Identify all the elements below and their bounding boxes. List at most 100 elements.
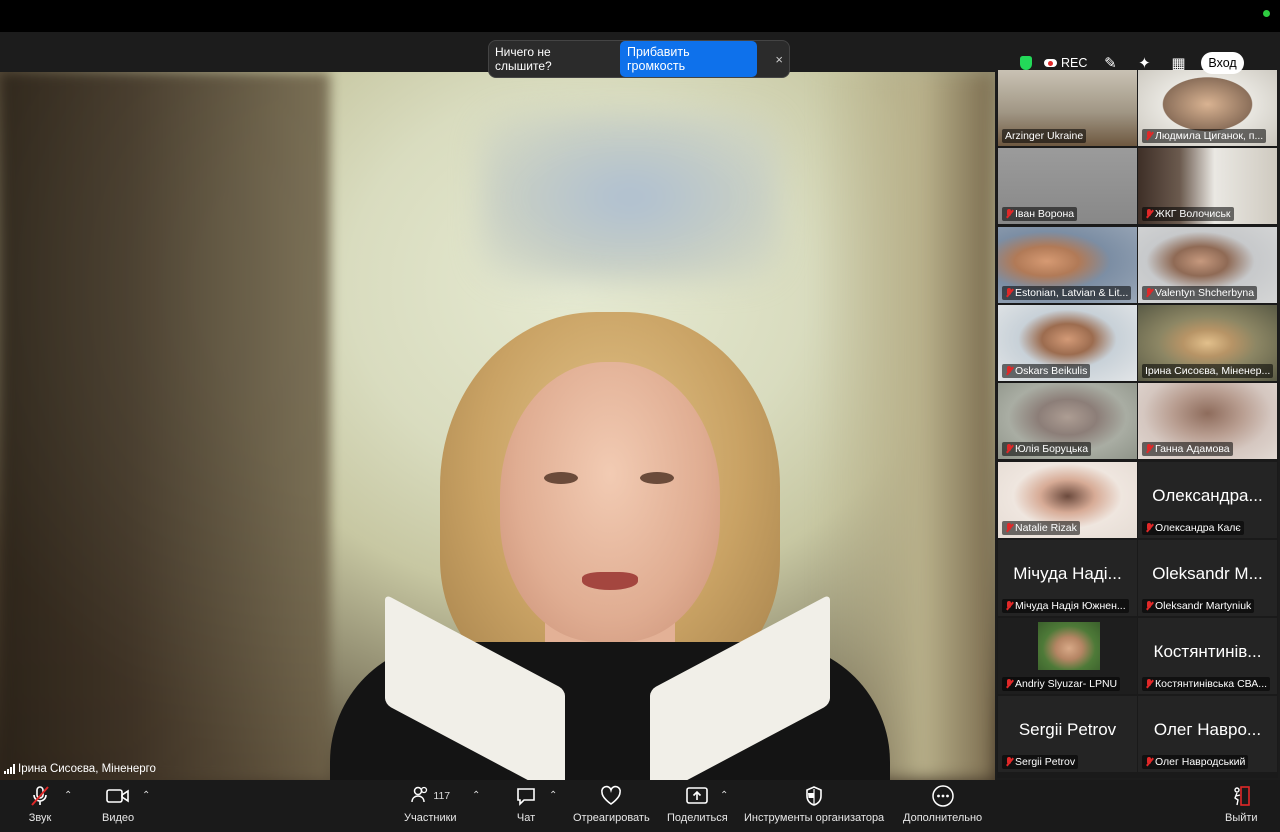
- main-speaker-video[interactable]: [0, 72, 995, 780]
- participant-name-label: Oskars Beikulis: [1002, 363, 1091, 378]
- meeting-toolbar: Звук ⌃ Видео ⌃ 117 Участники ⌃ Чат ⌃ Отр…: [0, 780, 1280, 832]
- participant-name: Andriy Slyuzar- LPNU: [1015, 678, 1118, 691]
- participant-display-name: Олександра...: [1152, 485, 1263, 505]
- participant-name-label: ЖКГ Волочиськ: [1142, 207, 1234, 222]
- participant-name: Ірина Сисоєва, Міненер...: [1145, 364, 1271, 377]
- chat-bubble-icon: [515, 784, 537, 808]
- microphone-muted-icon: [1145, 522, 1153, 533]
- participant-name: Arzinger Ukraine: [1005, 130, 1084, 142]
- sparkle-icon[interactable]: ✦: [1133, 52, 1155, 74]
- recording-indicator[interactable]: REC: [1044, 56, 1087, 70]
- chat-options-caret-icon[interactable]: ⌃: [549, 790, 557, 801]
- participant-name-label: Oleksandr Martyniuk: [1142, 598, 1255, 613]
- microphone-muted-icon: [1005, 287, 1013, 298]
- participant-tile[interactable]: Andriy Slyuzar- LPNU: [998, 618, 1137, 695]
- participant-tile[interactable]: Олег Навро... Олег Навродський: [1138, 696, 1277, 773]
- participant-name-label: Юлія Боруцька: [1002, 442, 1092, 457]
- main-speaker-name: Ірина Сисоєва, Міненерго: [18, 763, 156, 775]
- participant-name: Мічуда Надія Южнен...: [1015, 599, 1126, 612]
- react-label: Отреагировать: [573, 812, 650, 824]
- grid-view-icon[interactable]: ▦: [1167, 52, 1189, 74]
- participant-tile[interactable]: Мічуда Наді... Мічуда Надія Южнен...: [998, 539, 1137, 616]
- participant-tile[interactable]: Олександра... Олександра Калє: [1138, 461, 1277, 538]
- microphone-muted-icon: [1145, 209, 1153, 219]
- microphone-muted-icon: [1005, 757, 1013, 767]
- heart-icon: [599, 784, 623, 808]
- participant-tile[interactable]: Sergii Petrov Sergii Petrov: [998, 696, 1137, 773]
- participant-name: Людмила Циганок, п...: [1155, 130, 1264, 142]
- login-button[interactable]: Вход: [1201, 52, 1244, 74]
- participant-name-label: Людмила Циганок, п...: [1142, 129, 1267, 143]
- microphone-muted-icon: [1005, 600, 1013, 611]
- participant-name-label: Олег Навродський: [1142, 755, 1249, 770]
- share-options-caret-icon[interactable]: ⌃: [720, 790, 728, 801]
- more-dots-icon: [931, 784, 955, 808]
- participant-tile[interactable]: Estonian, Latvian & Lit...: [998, 226, 1137, 303]
- audio-button[interactable]: Звук: [28, 784, 52, 824]
- participant-name-label: Ірина Сисоєва, Міненер...: [1142, 363, 1274, 378]
- participants-button[interactable]: 117 Участники: [404, 784, 457, 824]
- security-shield-icon: [804, 784, 824, 808]
- leave-label: Выйти: [1225, 812, 1258, 824]
- video-button[interactable]: Видео: [102, 784, 134, 824]
- participant-name: Іван Ворона: [1015, 208, 1075, 221]
- video-label: Видео: [102, 812, 135, 824]
- participant-name: Олександра Калє: [1155, 521, 1241, 534]
- rec-label: REC: [1061, 56, 1088, 70]
- leave-door-icon: [1229, 784, 1253, 808]
- host-tools-button[interactable]: Инструменты организатора: [744, 784, 884, 824]
- participant-tile[interactable]: Юлія Боруцька: [998, 383, 1137, 460]
- more-button[interactable]: Дополнительно: [903, 784, 982, 824]
- participant-name-label: Andriy Slyuzar- LPNU: [1002, 677, 1121, 692]
- close-toast-button[interactable]: ×: [775, 52, 783, 67]
- microphone-muted-icon: [1145, 287, 1153, 298]
- participant-name-label: Valentyn Shcherbyna: [1142, 285, 1258, 300]
- chat-button[interactable]: Чат: [515, 784, 537, 824]
- participant-tile[interactable]: Костянтинів... Костянтинівська СВА...: [1138, 618, 1277, 695]
- participant-name-label: Estonian, Latvian & Lit...: [1002, 285, 1132, 300]
- participant-gallery: Arzinger Ukraine Людмила Циганок, п... Іва…: [997, 70, 1278, 778]
- audio-options-caret-icon[interactable]: ⌃: [64, 790, 72, 801]
- participant-tile[interactable]: Oleksandr M... Oleksandr Martyniuk: [1138, 539, 1277, 616]
- participant-tile[interactable]: Valentyn Shcherbyna: [1138, 226, 1277, 303]
- participant-display-name: Олег Навро...: [1153, 720, 1262, 740]
- participant-tile[interactable]: Natalie Rizak: [998, 461, 1137, 538]
- microphone-muted-icon: [1005, 365, 1013, 376]
- participant-name-label: Natalie Rizak: [1002, 520, 1080, 535]
- participants-count: 117: [433, 790, 451, 802]
- participant-name-label: Костянтинівська СВА...: [1142, 677, 1271, 692]
- system-title-bar: [0, 0, 1280, 32]
- participant-name: ЖКГ Волочиськ: [1155, 208, 1231, 221]
- encryption-shield-icon[interactable]: [1020, 56, 1032, 70]
- microphone-muted-icon: [1005, 209, 1013, 219]
- participant-tile[interactable]: Іван Ворона: [998, 148, 1137, 225]
- main-speaker-label: Ірина Сисоєва, Міненерго: [4, 763, 156, 775]
- video-options-caret-icon[interactable]: ⌃: [142, 790, 150, 801]
- share-screen-icon: [685, 784, 709, 808]
- participant-tile[interactable]: Arzinger Ukraine: [998, 70, 1137, 146]
- cloud-record-icon: [1044, 59, 1057, 67]
- chat-label: Чат: [516, 812, 536, 824]
- react-button[interactable]: Отреагировать: [573, 784, 650, 824]
- leave-button[interactable]: Выйти: [1225, 784, 1258, 824]
- participants-options-caret-icon[interactable]: ⌃: [472, 790, 480, 801]
- participants-icon: [410, 784, 430, 809]
- camera-icon: [105, 784, 131, 808]
- participant-tile[interactable]: Ганна Адамова: [1138, 383, 1277, 460]
- more-label: Дополнительно: [903, 812, 983, 824]
- participant-name-label: Іван Ворона: [1002, 207, 1078, 222]
- microphone-muted-icon: [1005, 444, 1013, 454]
- participant-tile[interactable]: ЖКГ Волочиськ: [1138, 148, 1277, 225]
- participant-name: Юлія Боруцька: [1015, 443, 1089, 456]
- microphone-muted-icon: [1145, 444, 1153, 454]
- participant-tile[interactable]: Oskars Beikulis: [998, 304, 1137, 381]
- signal-strength-icon: [4, 764, 15, 774]
- profile-photo: [1038, 622, 1100, 671]
- share-button[interactable]: Поделиться: [667, 784, 728, 824]
- pencil-icon[interactable]: ✎: [1099, 52, 1121, 74]
- increase-volume-button[interactable]: Прибавить громкость: [620, 41, 758, 77]
- toast-message: Ничего не слышите?: [495, 45, 552, 73]
- participant-tile[interactable]: Ірина Сисоєва, Міненер...: [1138, 304, 1277, 381]
- participant-name: Ганна Адамова: [1155, 443, 1230, 456]
- participant-tile[interactable]: Людмила Циганок, п...: [1138, 70, 1277, 146]
